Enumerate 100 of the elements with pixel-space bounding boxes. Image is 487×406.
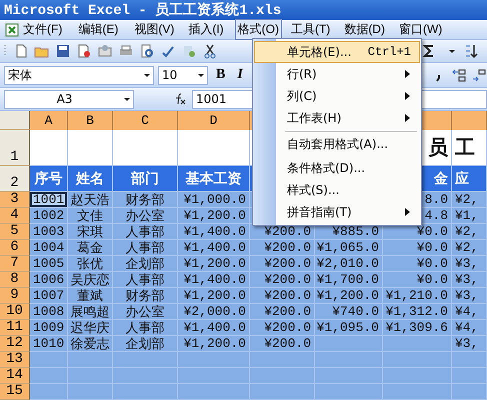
row-header[interactable]: 5 — [0, 224, 30, 240]
row-header[interactable]: 6 — [0, 240, 30, 256]
increase-decimal-icon[interactable] — [451, 67, 467, 83]
table-cell: ¥3, — [452, 288, 487, 304]
table-cell: ¥0.0 — [383, 256, 452, 272]
row-header[interactable]: 10 — [0, 304, 30, 320]
table-cell: 1006 — [30, 272, 68, 288]
menu-option[interactable]: 单元格(E)... Ctrl+1 — [254, 41, 420, 63]
table-cell — [383, 352, 452, 368]
table-cell: 赵天浩 — [68, 192, 113, 208]
table-cell: ¥2,010.0 — [315, 256, 383, 272]
row-header[interactable]: 15 — [0, 384, 30, 400]
table-cell: 吴庆恋 — [68, 272, 113, 288]
bold-button[interactable]: B — [212, 67, 230, 83]
table-cell — [68, 384, 113, 400]
sort-ascending-icon[interactable] — [463, 43, 479, 59]
column-header[interactable]: D — [178, 111, 250, 130]
menu-item[interactable]: 格式(O) — [234, 19, 282, 40]
select-all-corner[interactable] — [0, 111, 30, 130]
row-header[interactable]: 8 — [0, 272, 30, 288]
table-cell — [178, 130, 250, 166]
menu-item[interactable]: 文件(F) — [20, 19, 66, 40]
table-cell: ¥3, — [452, 256, 487, 272]
menu-item[interactable]: 插入(I) — [185, 19, 227, 40]
table-cell — [113, 384, 178, 400]
font-field[interactable]: 宋体 — [4, 66, 154, 84]
save-icon[interactable] — [55, 43, 71, 59]
row-header[interactable]: 9 — [0, 288, 30, 304]
table-cell: 1008 — [30, 304, 68, 320]
table-cell: ¥1,309.6 — [383, 320, 452, 336]
table-cell: ¥1,400.0 — [178, 240, 250, 256]
table-cell: 1004 — [30, 240, 68, 256]
print-preview-icon[interactable] — [139, 43, 155, 59]
table-cell: 1001 — [30, 192, 68, 208]
excel-icon[interactable] — [4, 22, 20, 38]
column-header[interactable]: C — [113, 111, 178, 130]
table-cell: 人事部 — [113, 320, 178, 336]
table-cell: 办公室 — [113, 208, 178, 224]
window-title: Microsoft Excel - 员工工资系统1.xls — [4, 1, 282, 19]
table-cell: 1010 — [30, 336, 68, 352]
table-cell: ¥1,400.0 — [178, 224, 250, 240]
row-header[interactable]: 3 — [0, 192, 30, 208]
column-header[interactable]: B — [68, 111, 113, 130]
table-cell: ¥200.0 — [250, 256, 315, 272]
table-cell: 葛金 — [68, 240, 113, 256]
table-cell: 徐爱志 — [68, 336, 113, 352]
table-cell: ¥1,400.0 — [178, 320, 250, 336]
table-cell: ¥200.0 — [250, 240, 315, 256]
table-cell: 人事部 — [113, 224, 178, 240]
table-cell: 财务部 — [113, 192, 178, 208]
table-cell: ¥200.0 — [250, 320, 315, 336]
table-cell — [315, 384, 383, 400]
table-cell — [250, 384, 315, 400]
table-cell: 工 — [452, 130, 487, 166]
italic-button[interactable]: I — [233, 67, 247, 83]
table-cell: 财务部 — [113, 288, 178, 304]
row-header[interactable]: 4 — [0, 208, 30, 224]
row-header[interactable]: 12 — [0, 336, 30, 352]
font-size-field[interactable]: 10 — [158, 66, 208, 84]
menu-option[interactable]: 列(C) — [254, 85, 420, 107]
table-cell: ¥0.0 — [383, 224, 452, 240]
row-header[interactable]: 14 — [0, 368, 30, 384]
column-header[interactable]: A — [30, 111, 68, 130]
table-cell: ¥3, — [452, 272, 487, 288]
row-header[interactable]: 11 — [0, 320, 30, 336]
menu-item[interactable]: 编辑(E) — [75, 19, 122, 40]
row-header[interactable]: 7 — [0, 256, 30, 272]
permission-icon[interactable] — [76, 43, 92, 59]
table-cell: ¥2,000.0 — [178, 304, 250, 320]
table-cell — [178, 352, 250, 368]
table-cell: ¥2, — [452, 240, 487, 256]
table-cell: 1009 — [30, 320, 68, 336]
email-icon[interactable] — [97, 43, 113, 59]
decrease-decimal-icon[interactable] — [471, 67, 487, 83]
column-title: 应 — [452, 166, 487, 192]
row-header[interactable]: 1 — [0, 130, 30, 166]
table-cell — [383, 336, 452, 352]
menu-item[interactable]: 窗口(W) — [396, 19, 446, 40]
table-cell — [452, 368, 487, 384]
menu-option[interactable]: 行(R) — [254, 63, 420, 85]
menu-item[interactable]: 工具(T) — [288, 19, 334, 40]
name-box[interactable]: A3 — [4, 90, 134, 108]
table-cell: ¥0.0 — [383, 240, 452, 256]
table-cell: ¥3, — [452, 336, 487, 352]
table-cell — [68, 130, 113, 166]
row-header[interactable]: 13 — [0, 352, 30, 368]
table-cell — [113, 130, 178, 166]
table-cell: 董斌 — [68, 288, 113, 304]
table-cell: ¥1,700.0 — [315, 272, 383, 288]
menu-item[interactable]: 数据(D) — [341, 19, 388, 40]
menu-item[interactable]: 视图(V) — [131, 19, 178, 40]
table-cell: 企划部 — [113, 336, 178, 352]
table-cell: ¥1,210.0 — [383, 288, 452, 304]
table-cell: 办公室 — [113, 304, 178, 320]
table-cell: ¥1,200.0 — [315, 288, 383, 304]
scissors-icon[interactable] — [202, 43, 218, 59]
table-cell: ¥200.0 — [250, 288, 315, 304]
row-header[interactable]: 2 — [0, 166, 30, 192]
menu-option[interactable]: 工作表(H) — [254, 107, 420, 129]
table-cell: 人事部 — [113, 272, 178, 288]
